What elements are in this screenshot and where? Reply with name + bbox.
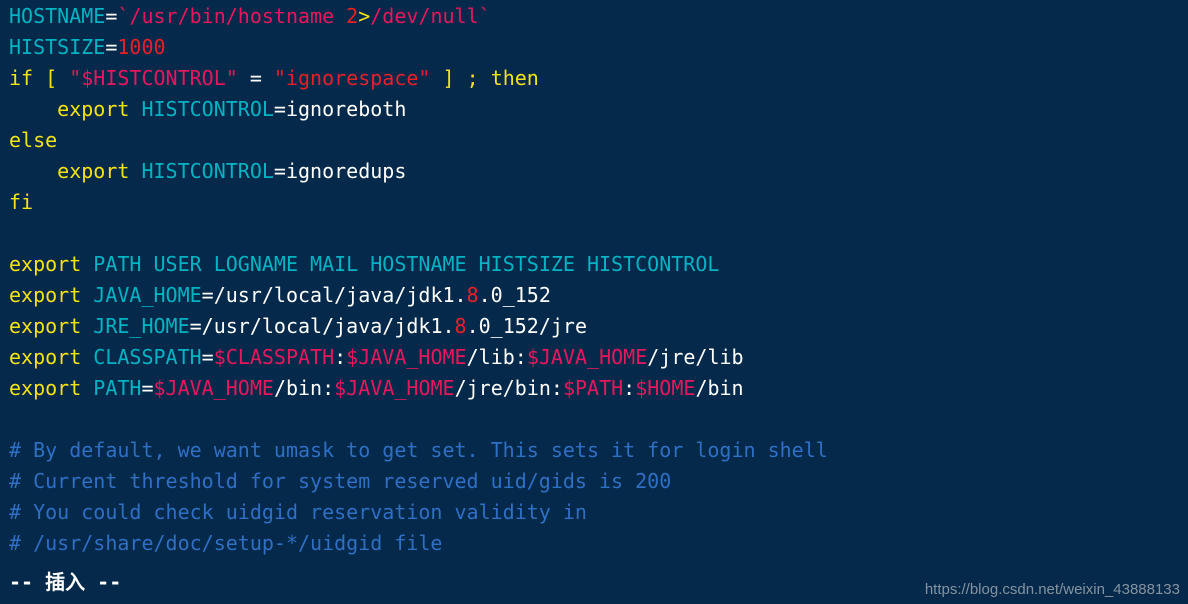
code-token: PATH USER LOGNAME MAIL HOSTNAME HISTSIZE…	[93, 252, 720, 276]
code-token: $JAVA_HOME	[346, 345, 467, 369]
code-token: HISTCONTROL	[141, 97, 274, 121]
code-line: else	[9, 125, 828, 156]
code-token: export	[9, 314, 82, 338]
code-token: /dev/null`	[370, 4, 491, 28]
code-token: /lib:	[466, 345, 527, 369]
code-line: export CLASSPATH=$CLASSPATH:$JAVA_HOME/l…	[9, 342, 828, 373]
code-token: =/usr/local/java/jdk1.	[201, 283, 467, 307]
code-token: JRE_HOME	[93, 314, 190, 338]
code-token: ]	[430, 66, 455, 90]
code-line: fi	[9, 187, 828, 218]
code-token: =	[105, 4, 118, 28]
code-token: =	[141, 376, 154, 400]
code-token: export	[9, 376, 82, 400]
vim-mode-status-line: -- 插入 --	[9, 570, 122, 594]
code-token: $JAVA_HOME	[334, 376, 455, 400]
code-token: >	[358, 4, 371, 28]
code-token: =	[237, 66, 274, 90]
code-line: # Current threshold for system reserved …	[9, 466, 828, 497]
code-token: CLASSPATH	[93, 345, 202, 369]
code-token: if	[9, 66, 46, 90]
code-token: # /usr/share/doc/setup-*/uidgid file	[9, 531, 443, 555]
watermark-url: https://blog.csdn.net/weixin_43888133	[924, 581, 1180, 598]
code-token: $HOME	[635, 376, 696, 400]
code-token: /bin:	[273, 376, 335, 400]
code-token: 2	[346, 4, 359, 28]
code-line: HOSTNAME=`/usr/bin/hostname 2>/dev/null`	[9, 1, 828, 32]
code-token: else	[9, 128, 58, 152]
code-line: export JRE_HOME=/usr/local/java/jdk1.8.0…	[9, 311, 828, 342]
code-token: =	[201, 345, 214, 369]
code-token: 8	[466, 283, 479, 307]
code-token: "$HISTCONTROL"	[69, 66, 238, 90]
code-line: export PATH=$JAVA_HOME/bin:$JAVA_HOME/jr…	[9, 373, 828, 404]
code-line: export PATH USER LOGNAME MAIL HOSTNAME H…	[9, 249, 828, 280]
terminal-window[interactable]: HOSTNAME=`/usr/bin/hostname 2>/dev/null`…	[0, 0, 1188, 604]
code-line: HISTSIZE=1000	[9, 32, 828, 63]
code-line: export HISTCONTROL=ignoreboth	[9, 94, 828, 125]
code-token: =ignoreboth	[273, 97, 407, 121]
code-token: $PATH	[562, 376, 624, 400]
code-token: export	[57, 97, 130, 121]
code-token: export	[57, 159, 130, 183]
code-token: [	[45, 66, 70, 90]
code-token: =ignoredups	[273, 159, 407, 183]
code-token: 1000	[117, 35, 166, 59]
code-token: HISTSIZE	[9, 35, 106, 59]
code-token: 8	[454, 314, 467, 338]
code-line: export HISTCONTROL=ignoredups	[9, 156, 828, 187]
code-token: then	[490, 66, 539, 90]
code-token: PATH	[93, 376, 142, 400]
code-token: export	[9, 283, 82, 307]
code-token: :	[334, 345, 347, 369]
code-token: =	[105, 35, 118, 59]
code-line: # /usr/share/doc/setup-*/uidgid file	[9, 528, 828, 559]
code-token: "ignorespace"	[273, 66, 431, 90]
code-line: export JAVA_HOME=/usr/local/java/jdk1.8.…	[9, 280, 828, 311]
code-token: JAVA_HOME	[93, 283, 202, 307]
code-token: $JAVA_HOME	[153, 376, 274, 400]
code-token: =/usr/local/java/jdk1.	[189, 314, 455, 338]
code-token: $JAVA_HOME	[526, 345, 648, 369]
code-token: `/usr/bin/hostname	[117, 4, 347, 28]
code-token: export	[9, 345, 82, 369]
code-token: HOSTNAME	[9, 4, 106, 28]
code-token: $CLASSPATH	[213, 345, 335, 369]
code-token: .0_152/jre	[466, 314, 587, 338]
code-token: /jre/lib	[647, 345, 744, 369]
code-token: /bin	[695, 376, 744, 400]
code-token: # Current threshold for system reserved …	[9, 469, 672, 493]
code-token: HISTCONTROL	[141, 159, 274, 183]
code-token: # By default, we want umask to get set. …	[9, 438, 828, 462]
code-token: /jre/bin:	[454, 376, 563, 400]
code-token: ;	[454, 66, 491, 90]
code-token: # You could check uidgid reservation val…	[9, 500, 587, 524]
code-line: # By default, we want umask to get set. …	[9, 435, 828, 466]
code-token: .0_152	[478, 283, 551, 307]
code-line: # You could check uidgid reservation val…	[9, 497, 828, 528]
code-token: :	[623, 376, 636, 400]
code-token: fi	[9, 190, 34, 214]
editor-text-buffer[interactable]: HOSTNAME=`/usr/bin/hostname 2>/dev/null`…	[9, 1, 828, 559]
code-token: export	[9, 252, 82, 276]
code-line: if [ "$HISTCONTROL" = "ignorespace" ] ; …	[9, 63, 828, 94]
